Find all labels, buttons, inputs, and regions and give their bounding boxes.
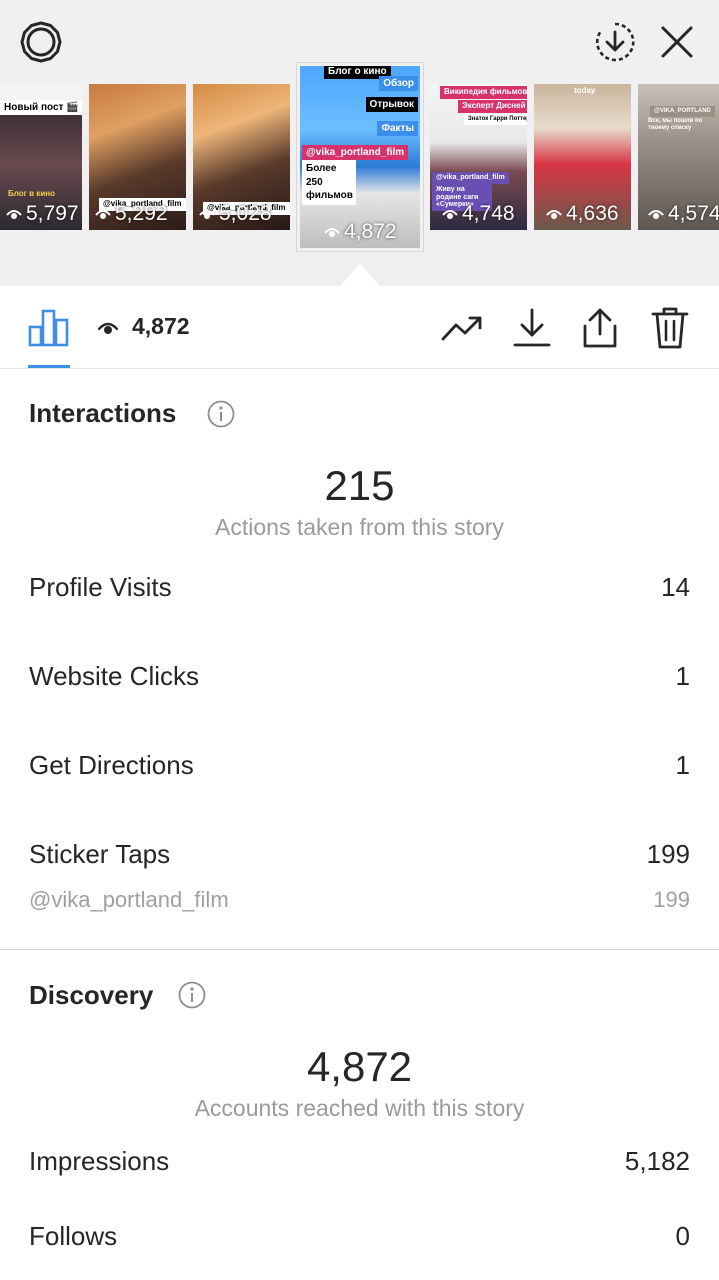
thumbnail-views-count: 5,028 (219, 202, 272, 225)
active-tab-indicator (28, 365, 70, 368)
thumbnail-views-count: 4,574 (668, 202, 719, 225)
metric-row: Follows 0 (29, 1221, 690, 1252)
thumbnail-caption: Википедия фильмов (440, 86, 527, 99)
thumbnail-caption: Эксперт Дисней (458, 100, 527, 113)
share-icon[interactable] (576, 304, 624, 352)
info-icon[interactable] (178, 981, 206, 1009)
metric-label: Impressions (29, 1146, 170, 1176)
metric-row: Get Directions 1 (29, 750, 690, 781)
story-thumbnail[interactable]: @VIKA_PORTLAND Все, мы пошли по твоему с… (638, 84, 719, 230)
metric-label: Follows (29, 1221, 118, 1251)
interactions-total-label: Actions taken from this story (215, 514, 504, 540)
thumbnail-views: 4,574 (648, 202, 719, 226)
story-thumbnail[interactable]: @vika_portland_film 5,292 (89, 84, 186, 230)
section-divider (0, 949, 719, 950)
metric-row: Website Clicks 1 (29, 661, 690, 692)
thumbnail-caption: Отрывок (365, 97, 418, 112)
story-thumbnail-selected[interactable]: Блог о кино Обзор Отрывок Факты @vika_po… (296, 62, 424, 252)
eye-icon (199, 210, 215, 219)
eye-icon (442, 210, 458, 219)
eye-icon (6, 210, 22, 219)
eye-icon (648, 210, 664, 219)
thumbnail-caption: Обзор (379, 76, 418, 91)
thumbnail-views-count: 4,636 (566, 202, 619, 225)
story-thumbnail[interactable]: Новый пост 🎬 Блог в кино 5,797 (0, 84, 82, 230)
thumbnail-caption: Все, мы пошли по твоему списку (648, 118, 703, 131)
trash-icon[interactable] (646, 304, 694, 352)
metric-label: Get Directions (29, 750, 194, 780)
thumbnail-views: 5,028 (199, 202, 272, 226)
thumbnail-views: 4,636 (546, 202, 619, 226)
thumbnail-views-count: 5,292 (115, 202, 168, 225)
trend-icon[interactable] (438, 306, 486, 350)
thumbnail-caption: Знаток Гарри Поттера (464, 114, 527, 125)
settings-gear-icon[interactable] (18, 19, 64, 65)
thumbnail-caption: @VIKA_PORTLAND (650, 106, 715, 117)
thumbnail-caption: Более 250 фильмов (302, 160, 356, 205)
thumbnail-views: 4,748 (442, 202, 515, 226)
metric-subrow: @vika_portland_film 199 (29, 887, 690, 913)
eye-icon (96, 318, 120, 338)
thumbnail-views-count: 4,872 (344, 220, 397, 243)
metric-value: 1 (675, 750, 690, 780)
eye-icon (95, 210, 111, 219)
story-thumbnail[interactable]: today 4,636 (534, 84, 631, 230)
metric-value: 199 (646, 839, 690, 869)
thumbnail-caption: @vika_portland_film (432, 172, 509, 184)
metric-row: Impressions 5,182 (29, 1146, 690, 1177)
metric-label: Sticker Taps (29, 839, 171, 869)
thumbnail-caption: Блог в кино (8, 189, 55, 198)
discovery-total: 4,872 (306, 1043, 413, 1090)
bar-chart-icon[interactable] (26, 304, 72, 350)
thumbnail-caption: Факты (377, 121, 418, 136)
interactions-title: Interactions (29, 398, 177, 428)
thumbnail-views: 5,292 (95, 202, 168, 226)
thumbnail-views-count: 4,748 (462, 202, 515, 225)
metric-sub-label: @vika_portland_film (29, 887, 229, 912)
metric-label: Profile Visits (29, 572, 172, 602)
thumbnail-views: 4,872 (324, 220, 397, 244)
selection-pointer (340, 264, 380, 286)
download-icon[interactable] (508, 304, 556, 352)
eye-icon (546, 210, 562, 219)
metric-row: Sticker Taps 199 (29, 839, 690, 870)
metric-value: 14 (661, 572, 690, 602)
story-thumbnail[interactable]: Википедия фильмов Эксперт Дисней Знаток … (430, 84, 527, 230)
eye-icon (324, 228, 340, 237)
insights-toolbar: 4,872 (0, 286, 719, 369)
thumbnail-caption: @vika_portland_film (302, 145, 409, 160)
metric-label: Website Clicks (29, 661, 200, 691)
thumbnail-views-count: 5,797 (26, 202, 79, 225)
interactions-total: 215 (324, 462, 395, 509)
story-thumbnail[interactable]: @vika_portland_film 5,028 (193, 84, 290, 230)
discovery-title: Discovery (29, 980, 154, 1010)
metric-sub-value: 199 (653, 887, 690, 912)
thumbnail-views: 5,797 (6, 202, 79, 226)
thumbnail-caption: Новый пост 🎬 (0, 100, 82, 115)
metric-value: 5,182 (624, 1146, 690, 1176)
close-icon[interactable] (654, 19, 700, 65)
download-circle-icon[interactable] (592, 19, 638, 65)
metric-value: 1 (675, 661, 690, 691)
discovery-total-label: Accounts reached with this story (194, 1095, 525, 1121)
info-icon[interactable] (207, 400, 235, 428)
views-count: 4,872 (132, 313, 190, 339)
metric-row: Profile Visits 14 (29, 572, 690, 603)
metric-value: 0 (675, 1221, 690, 1251)
story-strip: Новый пост 🎬 Блог в кино 5,797 @vika_por… (0, 0, 719, 286)
thumbnail-caption: today (574, 86, 596, 95)
